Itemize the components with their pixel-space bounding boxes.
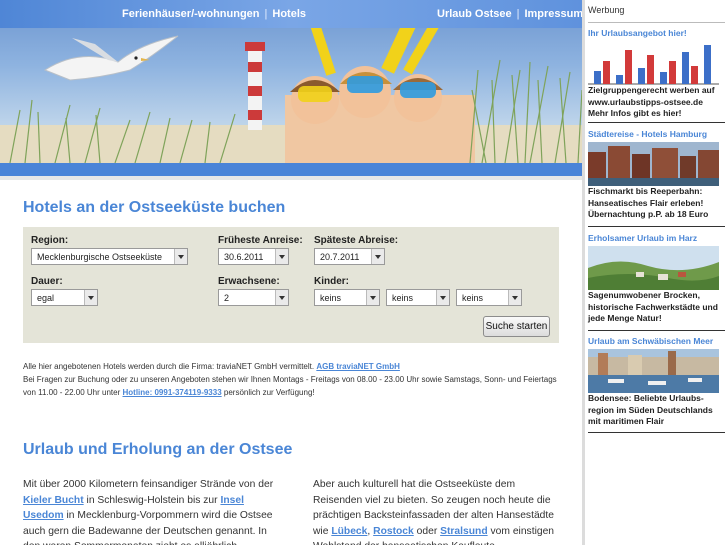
ad-bar-graphic (588, 41, 719, 85)
chevron-down-icon (436, 290, 449, 305)
text-fragment: oder (416, 525, 438, 537)
urlaub-title: Urlaub und Erholung an der Ostsee (23, 441, 293, 458)
nav-link-ferienhaeuser[interactable]: Ferienhäuser/-wohnungen (122, 8, 260, 20)
nav-link-impressum[interactable]: Impressum (524, 8, 582, 20)
text-fragment: , (367, 525, 371, 537)
text-column-right: Aber auch kulturell hat die Ostseeküste … (313, 477, 565, 545)
child-3-value: keins (462, 293, 484, 303)
ad-divider (588, 330, 725, 331)
chevron-down-icon (371, 249, 384, 264)
child-2-select[interactable]: keins (386, 289, 450, 306)
departure-select[interactable]: 20.7.2011 (314, 248, 385, 265)
link-luebeck[interactable]: Lübeck (331, 526, 367, 537)
ad-urlaubsangebot[interactable]: Ihr Urlaubsangebot hier! Zielgruppengere… (588, 28, 723, 120)
ad-harz[interactable]: Erholsamer Urlaub im Harz Sagenumwobener… (588, 233, 723, 325)
ad-divider (588, 22, 725, 23)
info-line-3-pre: von 11.00 - 22.00 Uhr unter (23, 388, 121, 397)
children-label: Kinder: (314, 276, 349, 287)
hotels-title: Hotels an der Ostseeküste buchen (23, 199, 286, 216)
ad-text: Zielgruppengerecht werben auf www.urlaub… (588, 85, 715, 118)
arrival-select[interactable]: 30.6.2011 (218, 248, 289, 265)
child-1-value: keins (320, 293, 342, 303)
hotline-link[interactable]: Hotline: 0991-374119-9333 (122, 388, 221, 397)
adults-select[interactable]: 2 (218, 289, 289, 306)
ad-title: Urlaub am Schwäbischen Meer (588, 336, 714, 346)
header-banner: Ferienhäuser/-wohnungen | Hotels Urlaub Os… (0, 0, 582, 163)
agb-link[interactable]: AGB traviaNET GmbH (316, 362, 400, 371)
chevron-down-icon (275, 290, 288, 305)
info-line-3: von 11.00 - 22.00 Uhr unter Hotline: 099… (23, 386, 568, 399)
departure-value: 20.7.2011 (320, 252, 360, 262)
info-line-1-text: Alle hier angebotenen Hotels werden durc… (23, 362, 315, 371)
chevron-down-icon (174, 249, 187, 264)
duration-select[interactable]: egal (31, 289, 98, 306)
ad-sidebar: Werbung Ihr Urlaubsangebot hier! Zielgru… (582, 0, 727, 545)
arrival-label: Früheste Anreise: (218, 235, 303, 246)
nav-right: Urlaub Ostsee | Impressum (437, 8, 582, 20)
bar-graphic-icon (588, 45, 719, 85)
chevron-down-icon (84, 290, 97, 305)
text-fragment: in Schleswig-Holstein bis zur (86, 494, 218, 506)
blue-divider-bar (0, 163, 582, 176)
harz-photo (588, 246, 719, 290)
hotel-search-form: Region: Mecklenburgische Ostseeküste Frü… (23, 227, 559, 343)
chevron-down-icon (508, 290, 521, 305)
info-line-3-post: persönlich zur Verfügung! (223, 388, 315, 397)
arrival-value: 30.6.2011 (224, 252, 264, 262)
nav-link-hotels[interactable]: Hotels (272, 8, 306, 20)
ad-title: Erholsamer Urlaub im Harz (588, 233, 698, 243)
top-navigation: Ferienhäuser/-wohnungen | Hotels Urlaub Os… (0, 0, 582, 28)
city-image-icon (588, 142, 719, 186)
bodensee-photo (588, 349, 719, 393)
ad-text: Bodensee: Beliebte Urlaubs-region im Süd… (588, 393, 713, 426)
duration-label: Dauer: (31, 276, 63, 287)
link-kieler-bucht[interactable]: Kieler Bucht (23, 495, 84, 506)
nav-left: Ferienhäuser/-wohnungen | Hotels (122, 8, 306, 20)
ad-hamburg[interactable]: Städtereise - Hotels Hamburg Fischmarkt … (588, 129, 723, 221)
nav-link-urlaub-ostsee[interactable]: Urlaub Ostsee (437, 8, 512, 20)
booking-info: Alle hier angebotenen Hotels werden durc… (23, 360, 568, 399)
nav-separator: | (516, 8, 520, 20)
ad-divider (588, 432, 725, 433)
adults-value: 2 (224, 293, 230, 303)
ad-title: Städtereise - Hotels Hamburg (588, 129, 708, 139)
child-2-value: keins (392, 293, 414, 303)
region-value: Mecklenburgische Ostseeküste (37, 252, 163, 262)
nav-separator: | (264, 8, 268, 20)
ad-divider (588, 122, 725, 123)
ad-divider (588, 226, 725, 227)
text-column-left: Mit über 2000 Kilometern feinsandiger St… (23, 477, 275, 545)
ad-label: Werbung (588, 5, 625, 15)
hamburg-photo (588, 142, 719, 186)
adults-label: Erwachsene: (218, 276, 280, 287)
ad-text: Sagenumwobener Brocken, historische Fach… (588, 290, 718, 323)
region-label: Region: (31, 235, 69, 246)
ad-bodensee[interactable]: Urlaub am Schwäbischen Meer Bodensee: Be… (588, 336, 723, 428)
landscape-image-icon (588, 246, 719, 290)
main-content: Ferienhäuser/-wohnungen | Hotels Urlaub Os… (0, 0, 582, 545)
chevron-down-icon (366, 290, 379, 305)
info-line-1: Alle hier angebotenen Hotels werden durc… (23, 360, 568, 373)
region-select[interactable]: Mecklenburgische Ostseeküste (31, 248, 188, 265)
link-stralsund[interactable]: Stralsund (440, 526, 488, 537)
departure-label: Späteste Abreise: (314, 235, 399, 246)
duration-value: egal (37, 293, 55, 303)
harbor-image-icon (588, 349, 719, 393)
ad-title: Ihr Urlaubsangebot hier! (588, 28, 687, 38)
child-1-select[interactable]: keins (314, 289, 380, 306)
gray-divider-strip (0, 176, 582, 180)
search-button[interactable]: Suche starten (483, 316, 550, 337)
child-3-select[interactable]: keins (456, 289, 522, 306)
text-fragment: Mit über 2000 Kilometern feinsandiger St… (23, 479, 274, 490)
link-rostock[interactable]: Rostock (373, 526, 414, 537)
ad-text: Fischmarkt bis Reeperbahn: Hanseatisches… (588, 186, 709, 219)
chevron-down-icon (275, 249, 288, 264)
info-line-2: Bei Fragen zur Buchung oder zu unseren A… (23, 375, 557, 384)
